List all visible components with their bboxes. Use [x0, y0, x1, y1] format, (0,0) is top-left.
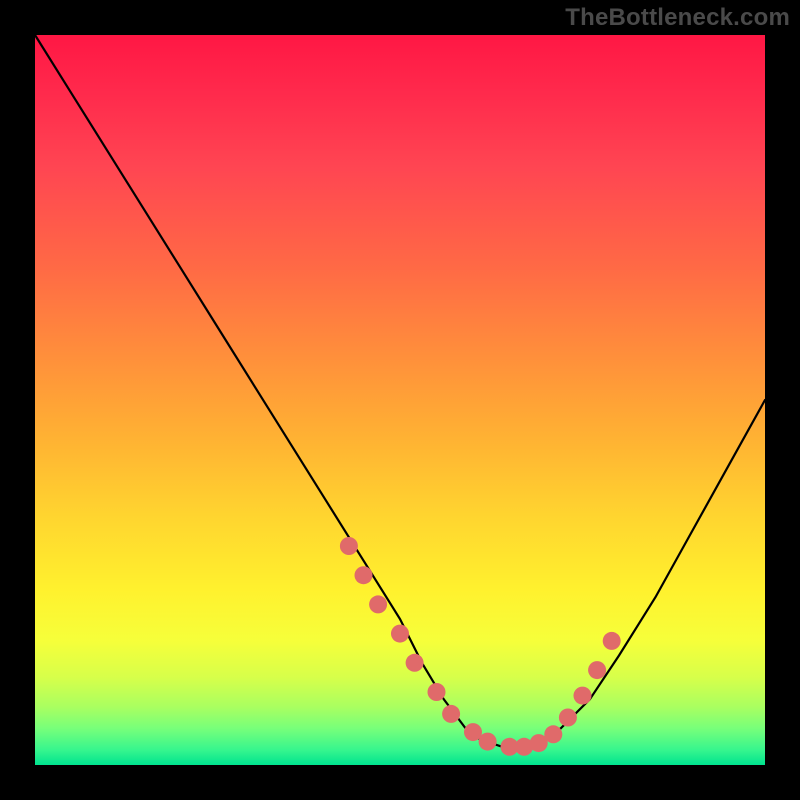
highlight-dot: [603, 632, 621, 650]
watermark-text: TheBottleneck.com: [565, 4, 790, 32]
highlight-dot: [544, 725, 562, 743]
highlight-dots: [340, 537, 621, 756]
highlight-dot: [559, 709, 577, 727]
highlight-dot: [442, 705, 460, 723]
chart-root: TheBottleneck.com: [0, 0, 800, 800]
highlight-dot: [340, 537, 358, 555]
highlight-dot: [428, 683, 446, 701]
plot-area: [35, 35, 765, 765]
highlight-dot: [406, 654, 424, 672]
chart-overlay: [35, 35, 765, 765]
highlight-dot: [391, 625, 409, 643]
highlight-dot: [369, 595, 387, 613]
highlight-dot: [574, 687, 592, 705]
highlight-dot: [355, 566, 373, 584]
highlight-dot: [588, 661, 606, 679]
highlight-dot: [479, 733, 497, 751]
